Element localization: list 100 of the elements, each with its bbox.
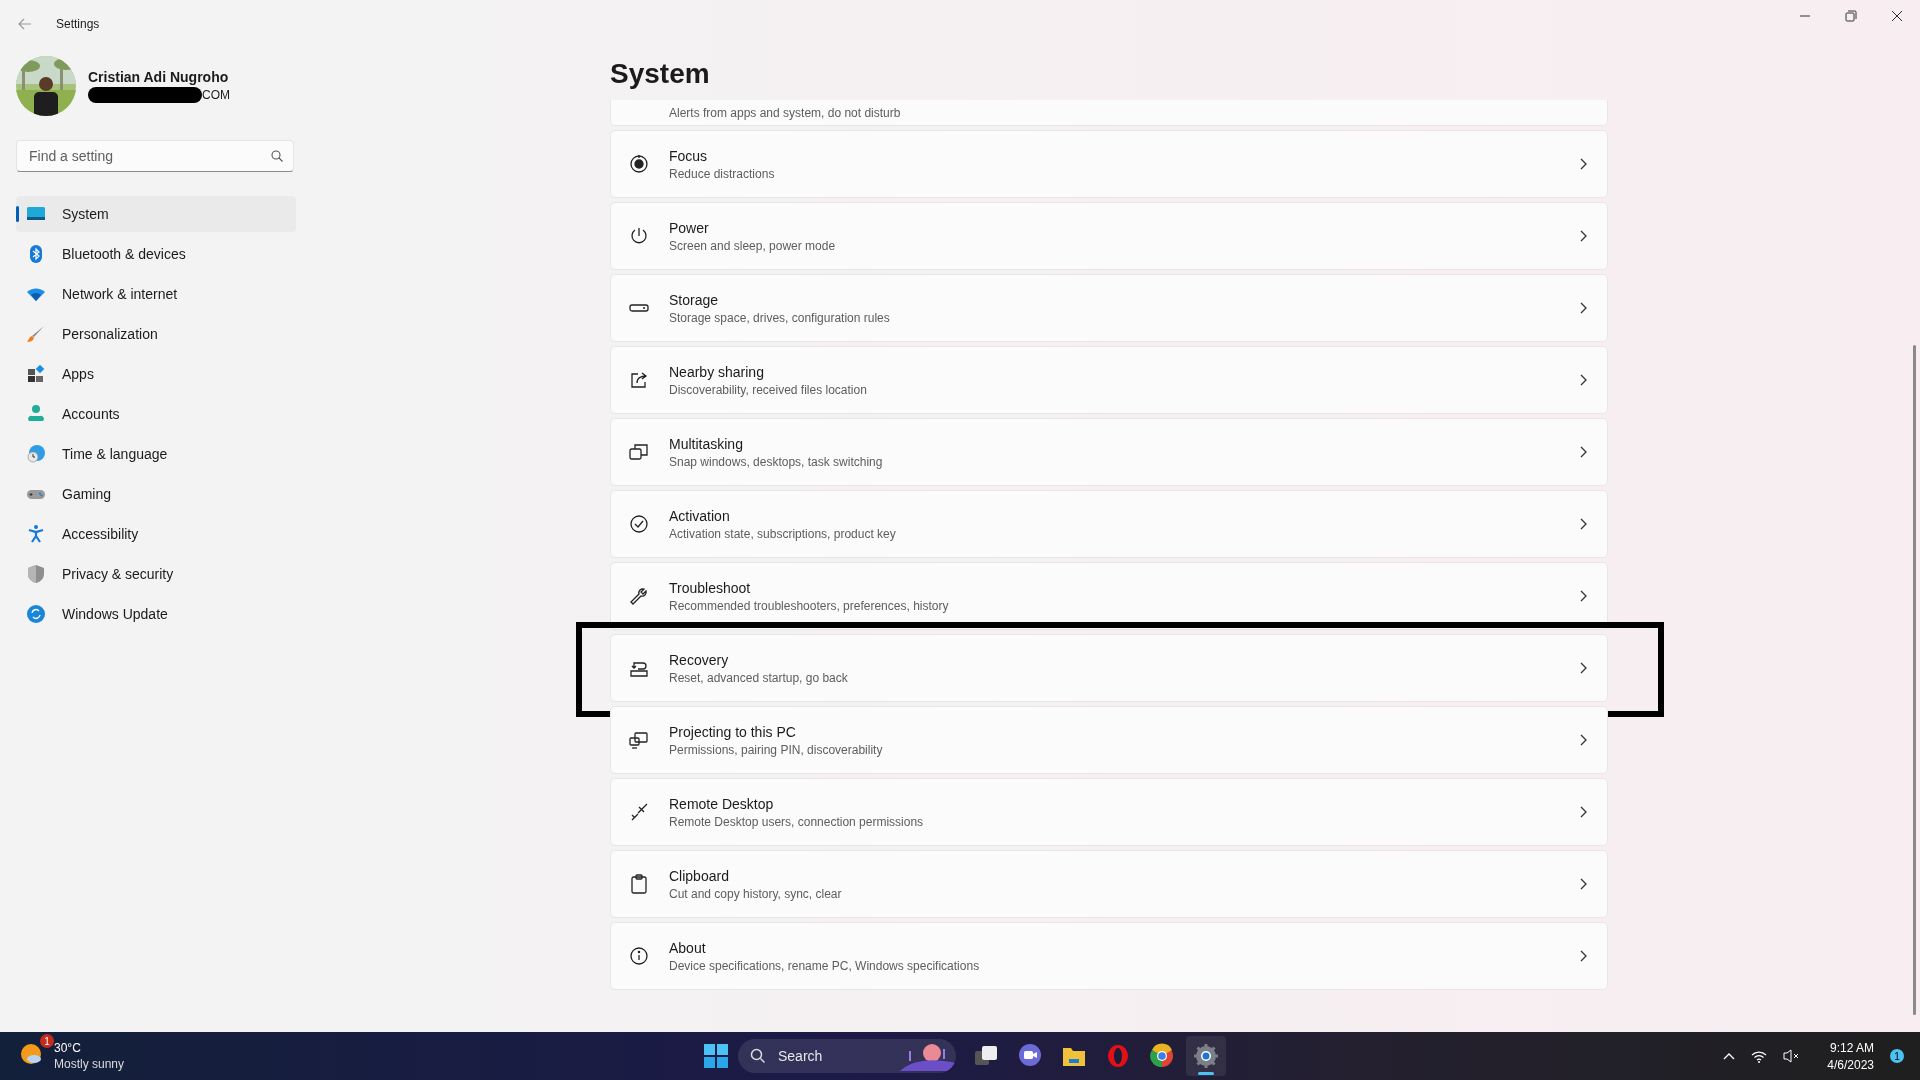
settings-card[interactable]: Activation Activation state, subscriptions, product key [610, 490, 1608, 558]
scrollbar-thumb[interactable] [1913, 345, 1916, 1015]
settings-card[interactable]: Remote Desktop Remote Desktop users, connection permissions [610, 778, 1608, 846]
clipboard-icon [629, 874, 649, 894]
chevron-right-icon [1579, 878, 1587, 890]
settings-card[interactable]: Troubleshoot Recommended troubleshooters, preferences, history [610, 562, 1608, 630]
settings-card[interactable]: Nearby sharing Discoverability, received files location [610, 346, 1608, 414]
card-title: Projecting to this PC [669, 723, 797, 740]
user-name: Cristian Adi Nugroho [88, 69, 230, 85]
settings-card[interactable]: Recovery Reset, advanced startup, go back [610, 634, 1608, 702]
card-title: Recovery [669, 651, 730, 668]
weather-badge: 1 [40, 1034, 54, 1048]
card-description: Permissions, pairing PIN, discoverability [669, 742, 884, 757]
chevron-right-icon [1579, 734, 1587, 746]
card-title: Storage [669, 291, 720, 308]
sidebar-item[interactable]: Privacy & security [16, 556, 296, 592]
settings-card[interactable]: Focus Reduce distractions [610, 130, 1608, 198]
settings-card[interactable]: Clipboard Cut and copy history, sync, clear [610, 850, 1608, 918]
card-description: Reduce distractions [669, 166, 776, 181]
privacy-icon [26, 564, 46, 584]
time-icon [26, 444, 46, 464]
close-icon[interactable] [1891, 10, 1903, 22]
card-title: About [669, 939, 707, 956]
multitask-icon [629, 442, 649, 462]
settings-card[interactable]: Projecting to this PC Permissions, pairing PIN, discoverability [610, 706, 1608, 774]
card-description: Device specifications, rename PC, Windows specifications [669, 958, 981, 973]
remote-icon [629, 802, 649, 822]
settings-gear-icon[interactable] [1186, 1036, 1226, 1076]
chevron-right-icon [1579, 230, 1587, 242]
brush-icon [26, 324, 46, 344]
notification-badge[interactable]: 1 [1890, 1049, 1904, 1063]
chevron-right-icon [1579, 518, 1587, 530]
sidebar-item[interactable]: Time & language [16, 436, 296, 472]
search-icon [271, 150, 283, 162]
sidebar-item[interactable]: Gaming [16, 476, 296, 512]
apps-icon [26, 364, 46, 384]
wrench-icon [629, 586, 649, 606]
card-title: Activation [669, 507, 731, 524]
card-description: Remote Desktop users, connection permissions [669, 814, 925, 829]
chevron-right-icon [1579, 662, 1587, 674]
chevron-right-icon [1579, 158, 1587, 170]
back-arrow-icon[interactable] [18, 18, 32, 30]
card-description: Storage space, drives, configuration rules [669, 310, 891, 325]
chevron-right-icon [1579, 446, 1587, 458]
card-description: Snap windows, desktops, task switching [669, 454, 884, 469]
settings-search-input[interactable]: Find a setting [27, 147, 271, 165]
chevron-right-icon [1579, 590, 1587, 602]
card-title: Troubleshoot [669, 579, 752, 596]
card-description: Cut and copy history, sync, clear [669, 886, 843, 901]
card-description: Activation state, subscriptions, product key [669, 526, 897, 541]
window-title: Settings [56, 17, 100, 31]
chevron-right-icon [1579, 950, 1587, 962]
share-icon [629, 370, 649, 390]
sidebar-item[interactable]: Personalization [16, 316, 296, 352]
restore-icon[interactable] [1845, 10, 1857, 22]
weather-condition: Mostly sunny [54, 1057, 125, 1071]
activation-icon [629, 514, 649, 534]
settings-card[interactable]: Alerts from apps and system, do not disturb [610, 100, 1608, 126]
chevron-right-icon [1579, 374, 1587, 386]
windows-start-icon[interactable] [704, 1044, 728, 1068]
card-title: Power [669, 219, 710, 236]
sidebar-item[interactable]: System [16, 196, 296, 232]
sidebar-item[interactable]: Bluetooth & devices [16, 236, 296, 272]
card-description: Discoverability, received files location [669, 382, 868, 397]
settings-card[interactable]: Storage Storage space, drives, configuration rules [610, 274, 1608, 342]
taskbar-search-input[interactable]: Search [776, 1047, 890, 1065]
access-icon [26, 524, 46, 544]
taskbar-search-box[interactable]: Search [738, 1039, 956, 1073]
chevron-right-icon [1579, 302, 1587, 314]
update-icon [26, 604, 46, 624]
clock-date[interactable]: 4/6/2023 [1827, 1057, 1874, 1072]
search-box[interactable]: Find a setting [16, 140, 294, 172]
temperature-text: 30°C [54, 1041, 82, 1055]
sidebar-item[interactable]: Apps [16, 356, 296, 392]
page-title: System [610, 58, 711, 91]
chevron-up-icon[interactable] [1723, 1052, 1736, 1060]
focus-icon [629, 154, 649, 174]
settings-card[interactable]: Power Screen and sleep, power mode [610, 202, 1608, 270]
settings-card[interactable]: About Device specifications, rename PC, Windows specifications [610, 922, 1608, 990]
card-title: Remote Desktop [669, 795, 775, 812]
project-icon [629, 730, 649, 750]
card-description: Recommended troubleshooters, preferences, history [669, 598, 950, 613]
clock-time[interactable]: 9:12 AM [1829, 1040, 1874, 1055]
sidebar-item[interactable]: Windows Update [16, 596, 296, 632]
sidebar-item[interactable]: Network & internet [16, 276, 296, 312]
about-icon [629, 946, 649, 966]
power-icon [629, 226, 649, 246]
chevron-right-icon [1579, 806, 1587, 818]
card-description: Screen and sleep, power mode [669, 238, 837, 253]
card-description: Reset, advanced startup, go back [669, 670, 849, 685]
card-title: Clipboard [669, 867, 730, 884]
card-title: Focus [669, 147, 709, 164]
sidebar-item[interactable]: Accounts [16, 396, 296, 432]
wifi-icon[interactable] [1751, 1049, 1768, 1063]
sidebar-item[interactable]: Accessibility [16, 516, 296, 552]
settings-card[interactable]: Multitasking Snap windows, desktops, task switching [610, 418, 1608, 486]
email-text: COM [202, 88, 230, 102]
moon-hills-icon [900, 1041, 956, 1071]
card-description: Alerts from apps and system, do not disturb [669, 105, 901, 120]
card-title: Nearby sharing [669, 363, 765, 380]
